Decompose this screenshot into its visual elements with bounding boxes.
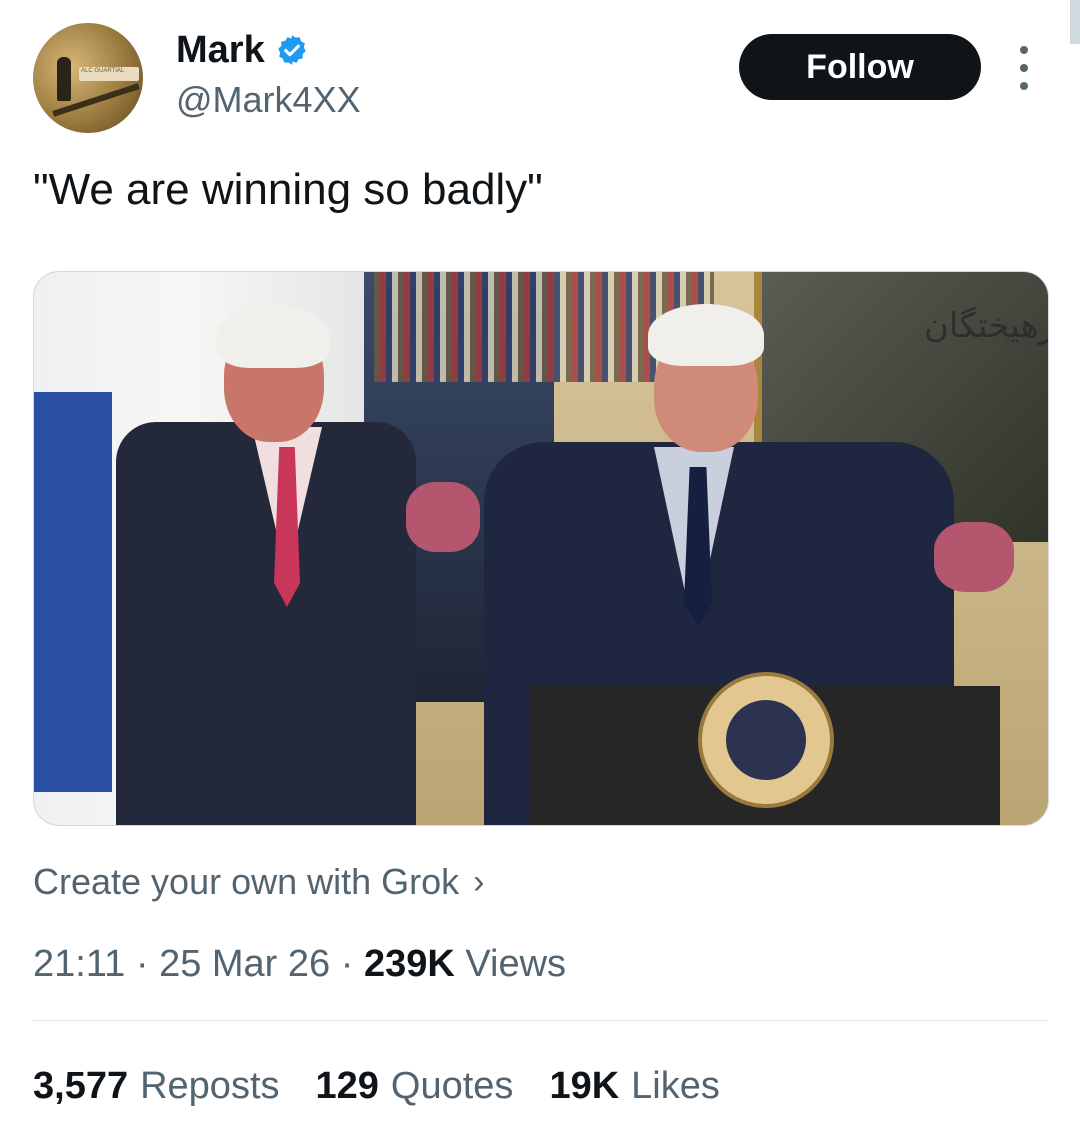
meta-separator: · [330, 943, 364, 985]
likes-count: 19K [549, 1065, 620, 1107]
tweet-media-image[interactable]: فرهیختگان [33, 271, 1049, 826]
quotes-label: Quotes [390, 1065, 514, 1107]
avatar-figure [57, 57, 71, 101]
tweet-text: "We are winning so badly" [33, 165, 543, 214]
views-label: Views [465, 943, 567, 985]
likes-stat[interactable]: 19K Likes [549, 1063, 719, 1109]
image-bandage-right [648, 304, 764, 366]
author-name[interactable]: Mark [176, 28, 309, 72]
engagement-stats: 3,577 Reposts 129 Quotes 19K Likes [33, 1063, 720, 1109]
more-dot [1020, 46, 1028, 54]
more-vertical-icon[interactable] [1012, 46, 1036, 90]
avatar[interactable]: ALC GUARTIAL [33, 23, 143, 133]
image-watermark: فرهیختگان [924, 306, 1048, 346]
more-dot [1020, 64, 1028, 72]
verified-badge-icon [277, 35, 306, 65]
avatar-caption: ALC GUARTIAL [81, 68, 125, 74]
reposts-label: Reposts [140, 1065, 280, 1107]
divider [33, 1020, 1047, 1021]
author-name-text: Mark [176, 29, 265, 71]
image-bandage-left [216, 306, 330, 368]
tweet-meta: 21:11 · 25 Mar 26 · 239K Views [33, 942, 566, 986]
reposts-stat[interactable]: 3,577 Reposts [33, 1063, 280, 1109]
author-handle[interactable]: @Mark4XX [176, 78, 361, 122]
quotes-count: 129 [315, 1065, 379, 1107]
meta-separator: · [125, 943, 160, 985]
grok-link-label: Create your own with Grok [33, 861, 460, 902]
image-seal-center [726, 700, 806, 780]
image-flag [34, 392, 112, 792]
more-dot [1020, 82, 1028, 90]
tweet-time[interactable]: 21:11 [33, 943, 125, 985]
quotes-stat[interactable]: 129 Quotes [316, 1063, 514, 1109]
follow-button[interactable]: Follow [739, 34, 981, 100]
chevron-right-icon: › [473, 863, 485, 901]
image-hand-left [406, 482, 480, 552]
scrollbar[interactable] [1070, 0, 1080, 44]
tweet-date[interactable]: 25 Mar 26 [159, 943, 330, 985]
grok-link[interactable]: Create your own with Grok › [33, 860, 485, 904]
reposts-count: 3,577 [33, 1065, 129, 1107]
image-hand-right [934, 522, 1014, 592]
likes-label: Likes [631, 1065, 720, 1107]
views-count: 239K [363, 943, 455, 985]
